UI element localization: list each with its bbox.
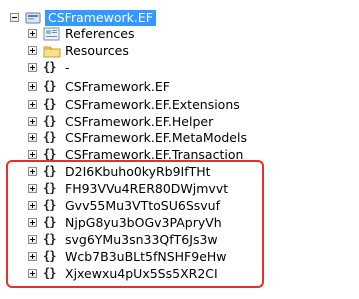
assembly-icon (25, 11, 41, 25)
references-icon (43, 27, 61, 41)
namespace-label: CSFramework.EF (65, 79, 170, 94)
expand-toggle[interactable] (28, 82, 37, 91)
expand-toggle[interactable] (28, 269, 37, 278)
tree-item-namespace[interactable]: {} Xjxewxu4pUx5Ss5XR2CI (28, 264, 218, 283)
resources-label: Resources (65, 43, 129, 58)
expand-toggle[interactable] (28, 252, 37, 261)
assembly-tree: CSFramework.EF References Resources {} -… (0, 0, 359, 299)
expand-toggle[interactable] (28, 100, 37, 109)
collapse-toggle[interactable] (10, 13, 19, 22)
namespace-label: Xjxewxu4pUx5Ss5XR2CI (65, 266, 218, 281)
tree-item-namespace[interactable]: {} - (28, 58, 70, 77)
expand-toggle[interactable] (28, 201, 37, 210)
expand-toggle[interactable] (28, 184, 37, 193)
expand-toggle[interactable] (28, 117, 37, 126)
expand-toggle[interactable] (28, 167, 37, 176)
tree-item-namespace[interactable]: {} CSFramework.EF (28, 77, 170, 96)
expand-toggle[interactable] (28, 150, 37, 159)
expand-toggle[interactable] (28, 218, 37, 227)
expand-toggle[interactable] (28, 235, 37, 244)
folder-icon (43, 44, 61, 58)
expand-toggle[interactable] (28, 133, 37, 142)
expand-toggle[interactable] (28, 29, 37, 38)
namespace-label: - (65, 60, 70, 75)
expand-toggle[interactable] (28, 46, 37, 55)
namespace-icon: {} (43, 79, 56, 93)
namespace-icon: {} (43, 60, 56, 74)
expand-toggle[interactable] (28, 63, 37, 72)
namespace-icon: {} (43, 266, 56, 280)
